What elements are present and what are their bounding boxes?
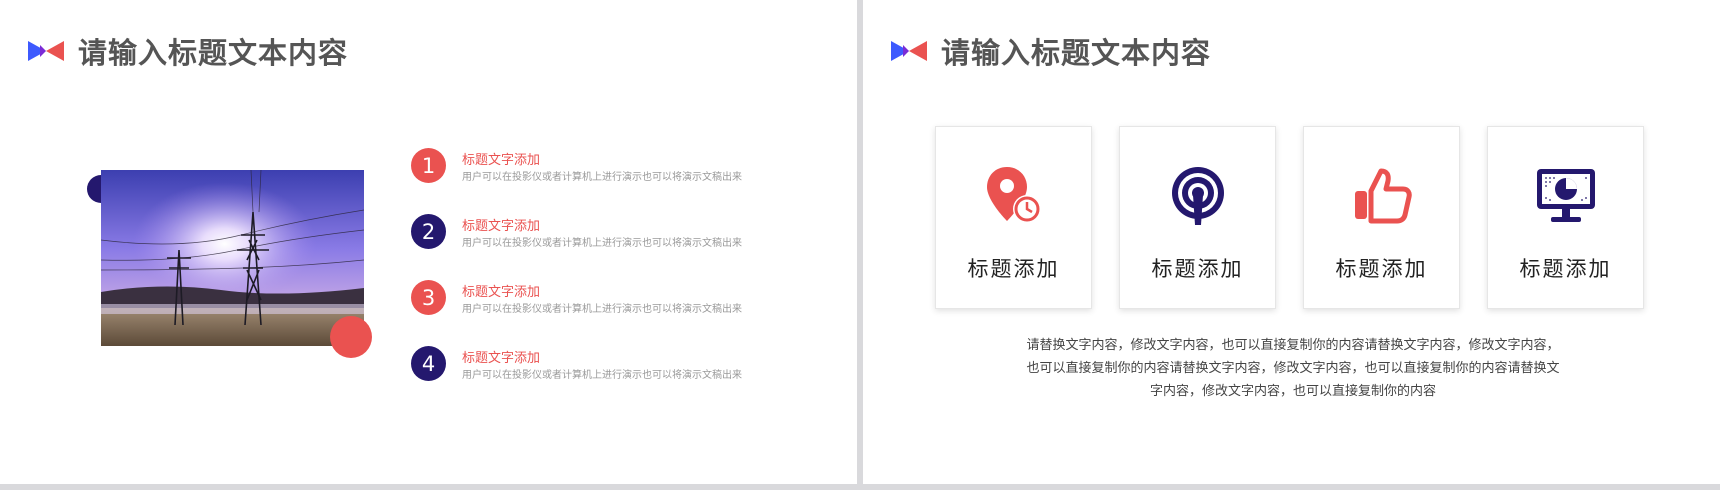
- page-title: 请输入标题文本内容: [941, 36, 1212, 70]
- slide-left: 请输入标题文本内容 1 标题文字添加 用户可以在投影仪或者计算机上进行演示也可以…: [0, 0, 857, 484]
- item-title: 标题文字添加: [462, 219, 541, 234]
- slide-right: 请输入标题文本内容 标题添加 标题添加 标题添加 标题添加 请替换文字内容，修改…: [863, 0, 1720, 484]
- card-label: 标题添加: [1151, 257, 1244, 281]
- item-description: 用户可以在投影仪或者计算机上进行演示也可以将演示文稿出来: [462, 172, 742, 183]
- bowtie-logo-icon: [28, 41, 64, 61]
- number-badge: 3: [411, 280, 446, 315]
- number-badge: 2: [411, 214, 446, 249]
- card-label: 标题添加: [1519, 257, 1612, 281]
- paragraph-line: 字内容，修改文字内容，也可以直接复制你的内容: [1149, 384, 1436, 399]
- item-title: 标题文字添加: [462, 351, 541, 366]
- card-label: 标题添加: [1335, 257, 1428, 281]
- feature-card[interactable]: 标题添加: [1487, 126, 1644, 309]
- paragraph-line: 请替换文字内容，修改文字内容，也可以直接复制你的内容请替换文字内容，修改文字内容…: [1026, 338, 1560, 353]
- card-row: 标题添加 标题添加 标题添加 标题添加: [935, 126, 1644, 309]
- feature-card[interactable]: 标题添加: [935, 126, 1092, 309]
- body-paragraph: 请替换文字内容，修改文字内容，也可以直接复制你的内容请替换文字内容，修改文字内容…: [993, 334, 1593, 403]
- page-title: 请输入标题文本内容: [78, 36, 349, 70]
- item-description: 用户可以在投影仪或者计算机上进行演示也可以将演示文稿出来: [462, 238, 742, 249]
- item-title: 标题文字添加: [462, 153, 541, 168]
- number-badge: 1: [411, 148, 446, 183]
- slide-header: 请输入标题文本内容: [28, 30, 348, 72]
- location-clock-icon: [986, 167, 1041, 223]
- broadcast-tower-icon: [1171, 167, 1224, 225]
- feature-card[interactable]: 标题添加: [1303, 126, 1460, 309]
- item-description: 用户可以在投影仪或者计算机上进行演示也可以将演示文稿出来: [462, 304, 742, 315]
- number-badge: 4: [411, 346, 446, 381]
- power-lines-photo: [101, 170, 364, 346]
- slide-header: 请输入标题文本内容: [891, 30, 1211, 72]
- item-description: 用户可以在投影仪或者计算机上进行演示也可以将演示文稿出来: [462, 370, 742, 381]
- feature-card[interactable]: 标题添加: [1119, 126, 1276, 309]
- thumbs-up-icon: [1354, 168, 1412, 224]
- paragraph-line: 也可以直接复制你的内容请替换文字内容，修改文字内容，也可以直接复制你的内容请替换…: [1026, 361, 1560, 376]
- monitor-chart-icon: [1536, 169, 1595, 222]
- bowtie-logo-icon: [891, 41, 927, 61]
- item-title: 标题文字添加: [462, 285, 541, 300]
- decorative-red-dot: [330, 316, 372, 358]
- power-lines-image: [101, 170, 364, 346]
- card-label: 标题添加: [967, 257, 1060, 281]
